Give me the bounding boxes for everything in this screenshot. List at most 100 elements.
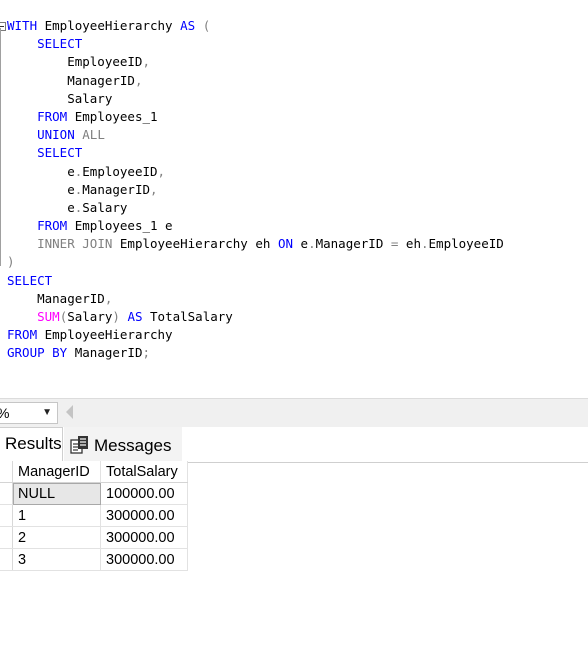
outline-guide (0, 28, 1, 266)
code-line[interactable]: Salary (7, 90, 504, 108)
code-line[interactable]: SUM(Salary) AS TotalSalary (7, 308, 504, 326)
code-line[interactable]: GROUP BY ManagerID; (7, 344, 504, 362)
column-header-totalsalary[interactable]: TotalSalary (100, 461, 188, 483)
code-token: EmployeeID (428, 236, 504, 252)
tab-messages-label: Messages (94, 436, 172, 455)
code-token: ON (277, 236, 294, 252)
code-line[interactable]: SELECT (7, 272, 504, 290)
grid-cell[interactable]: 300000.00 (100, 548, 188, 571)
code-token: ) (7, 254, 15, 270)
code-token: e (7, 199, 75, 215)
row-header[interactable] (0, 548, 13, 571)
code-line[interactable]: e.Salary (7, 199, 504, 217)
code-line[interactable]: SELECT (7, 144, 504, 162)
code-token: SELECT (37, 36, 83, 52)
code-token: e (7, 181, 75, 197)
results-tab-strip: Results Messages (0, 427, 588, 463)
code-token: e (293, 236, 309, 252)
code-line[interactable]: FROM Employees_1 (7, 108, 504, 126)
code-token: TotalSalary (142, 309, 233, 324)
code-token: Salary (7, 90, 113, 106)
code-token: eh (398, 236, 421, 252)
code-token: ManagerID (82, 181, 150, 197)
code-token: SELECT (7, 272, 53, 288)
table-row: 1 300000.00 (0, 504, 188, 527)
code-token: EmployeeHierarchy (37, 18, 181, 33)
tab-results-label: Results (5, 434, 62, 453)
results-grid[interactable]: ManagerID TotalSalary NULL 100000.00 1 3… (0, 461, 188, 571)
code-line[interactable]: ManagerID, (7, 290, 504, 308)
query-editor[interactable]: WITH EmployeeHierarchy AS ( SELECT Emplo… (0, 0, 588, 398)
scroll-left-arrow-icon[interactable] (66, 405, 73, 419)
code-token: INNER JOIN (37, 236, 113, 252)
grid-cell[interactable]: NULL (12, 482, 101, 505)
sql-code[interactable]: WITH EmployeeHierarchy AS ( SELECT Emplo… (7, 17, 504, 363)
code-token: , (134, 72, 143, 88)
code-token: . (420, 236, 429, 252)
code-line[interactable]: INNER JOIN EmployeeHierarchy eh ON e.Man… (7, 235, 504, 253)
code-token: , (142, 54, 150, 70)
code-line[interactable]: FROM EmployeeHierarchy (7, 326, 504, 344)
code-line[interactable]: ManagerID, (7, 72, 504, 90)
code-line[interactable]: WITH EmployeeHierarchy AS ( (7, 17, 504, 35)
code-token: , (150, 181, 158, 197)
grid-cell[interactable]: 1 (12, 504, 101, 527)
code-token: . (308, 236, 316, 252)
code-token: SUM (37, 309, 60, 324)
zoom-dropdown[interactable]: % ▼ (0, 402, 58, 424)
code-token: ALL (74, 127, 105, 143)
code-token: , (157, 163, 166, 179)
code-token: Employees_1 (67, 108, 158, 124)
grid-header-row: ManagerID TotalSalary (0, 461, 188, 483)
code-line[interactable]: e.ManagerID, (7, 181, 504, 199)
column-header-managerid[interactable]: ManagerID (12, 461, 101, 483)
row-header[interactable] (0, 482, 13, 505)
grid-cell[interactable]: 2 (12, 526, 101, 549)
code-line[interactable]: ) (7, 253, 504, 271)
code-line[interactable]: EmployeeID, (7, 53, 504, 71)
code-token: WITH (7, 18, 38, 33)
code-token: ) (112, 309, 120, 324)
table-row: 3 300000.00 (0, 548, 188, 571)
code-line[interactable]: FROM Employees_1 e (7, 217, 504, 235)
chevron-down-icon[interactable]: ▼ (42, 403, 52, 423)
grid-cell[interactable]: 100000.00 (100, 482, 188, 505)
messages-icon (70, 435, 90, 459)
table-row: NULL 100000.00 (0, 482, 188, 505)
code-token: GROUP BY (7, 345, 68, 361)
grid-cell[interactable]: 300000.00 (100, 504, 188, 527)
row-header[interactable] (0, 504, 13, 527)
code-token: EmployeeID (7, 54, 143, 70)
code-token: ManagerID (315, 236, 391, 252)
code-token: ManagerID (67, 345, 143, 361)
tab-messages[interactable]: Messages (64, 427, 182, 461)
code-token: UNION (37, 127, 75, 143)
code-token: ManagerID (7, 290, 105, 306)
code-line[interactable]: UNION ALL (7, 126, 504, 144)
code-token: Salary (67, 309, 113, 324)
grid-cell[interactable]: 300000.00 (100, 526, 188, 549)
grid-cell[interactable]: 3 (12, 548, 101, 571)
code-token: AS (180, 18, 196, 33)
row-header-corner[interactable] (0, 461, 13, 483)
row-header[interactable] (0, 526, 13, 549)
code-token: ( (195, 18, 211, 33)
tab-results[interactable]: Results (0, 427, 63, 463)
code-token: , (104, 290, 113, 306)
code-token: ManagerID (7, 72, 135, 88)
code-line[interactable]: SELECT (7, 35, 504, 53)
code-token: FROM (7, 327, 38, 343)
code-line[interactable]: e.EmployeeID, (7, 163, 504, 181)
code-token: Employees_1 e (67, 218, 173, 234)
code-token: Salary (82, 199, 128, 215)
code-token: FROM (37, 108, 68, 124)
code-token: EmployeeID (82, 163, 158, 179)
editor-status-bar: % ▼ (0, 398, 588, 427)
